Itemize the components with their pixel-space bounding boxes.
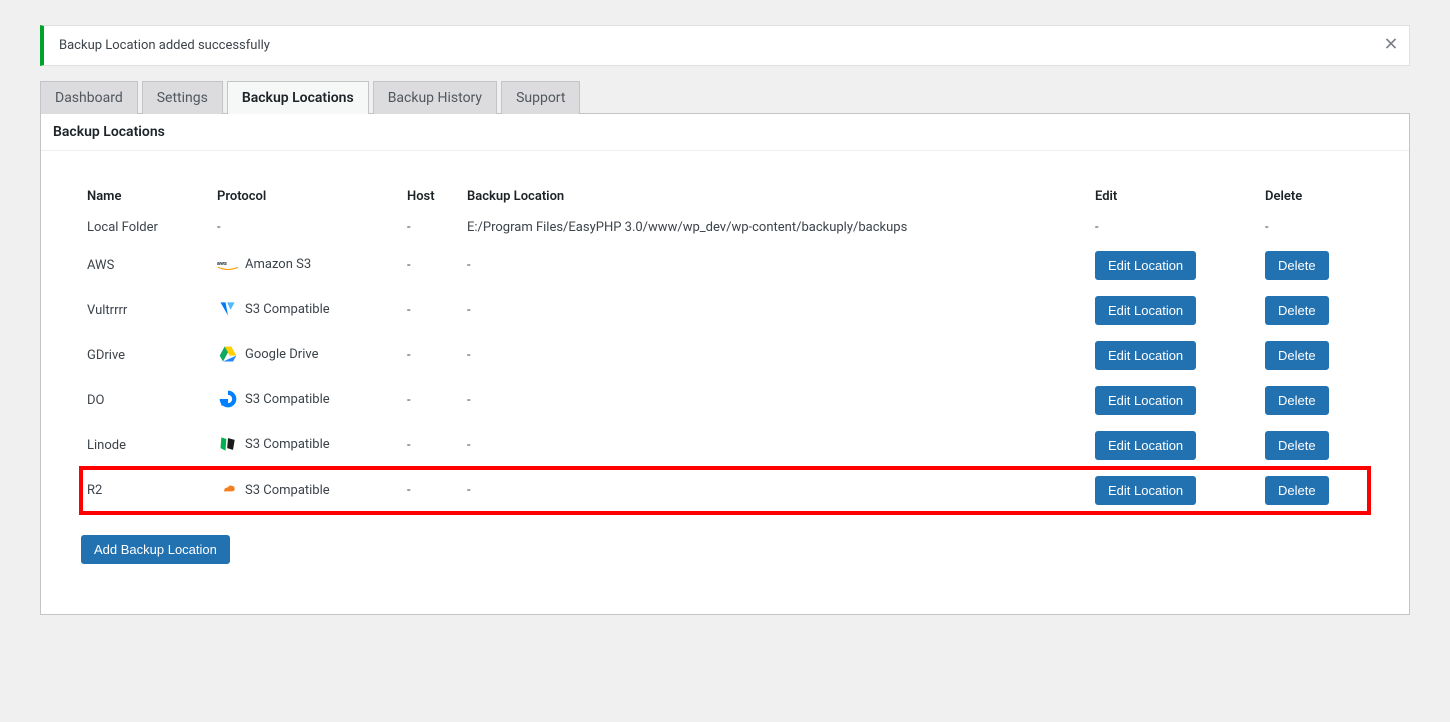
edit-location-button[interactable]: Edit Location bbox=[1095, 341, 1196, 370]
notice-text: Backup Location added successfully bbox=[59, 38, 270, 53]
cell-name: Local Folder bbox=[81, 212, 211, 243]
cell-name: Vultrrrr bbox=[81, 288, 211, 333]
cell-edit: Edit Location bbox=[1089, 333, 1259, 378]
panel-title: Backup Locations bbox=[41, 114, 1409, 151]
cell-edit: Edit Location bbox=[1089, 288, 1259, 333]
table-row: AWSawsAmazon S3--Edit LocationDelete bbox=[81, 243, 1369, 288]
th-protocol: Protocol bbox=[211, 181, 401, 212]
edit-location-button[interactable]: Edit Location bbox=[1095, 431, 1196, 460]
protocol-label: Google Drive bbox=[245, 347, 318, 362]
cell-protocol: Google Drive bbox=[211, 333, 401, 378]
cell-delete: Delete bbox=[1259, 333, 1369, 378]
tab-nav: DashboardSettingsBackup LocationsBackup … bbox=[40, 81, 1410, 114]
protocol-label: S3 Compatible bbox=[245, 483, 330, 498]
cell-protocol: S3 Compatible bbox=[211, 468, 401, 513]
table-row: DOS3 Compatible--Edit LocationDelete bbox=[81, 378, 1369, 423]
delete-button[interactable]: Delete bbox=[1265, 341, 1329, 370]
do-icon bbox=[217, 388, 239, 410]
tab-backup-locations[interactable]: Backup Locations bbox=[227, 81, 369, 114]
th-edit: Edit bbox=[1089, 181, 1259, 212]
table-row: LinodeS3 Compatible--Edit LocationDelete bbox=[81, 423, 1369, 468]
cell-host: - bbox=[401, 423, 461, 468]
table-row: GDriveGoogle Drive--Edit LocationDelete bbox=[81, 333, 1369, 378]
delete-button[interactable]: Delete bbox=[1265, 386, 1329, 415]
panel: Backup Locations Name Protocol Host Back… bbox=[40, 113, 1410, 615]
cell-host: - bbox=[401, 288, 461, 333]
vultr-icon bbox=[217, 298, 239, 320]
cell-name: AWS bbox=[81, 243, 211, 288]
cell-edit: Edit Location bbox=[1089, 243, 1259, 288]
cell-delete: Delete bbox=[1259, 423, 1369, 468]
cell-edit: Edit Location bbox=[1089, 423, 1259, 468]
cell-location: - bbox=[461, 243, 1089, 288]
close-icon bbox=[1383, 35, 1399, 51]
delete-button[interactable]: Delete bbox=[1265, 431, 1329, 460]
th-host: Host bbox=[401, 181, 461, 212]
cell-delete: Delete bbox=[1259, 288, 1369, 333]
locations-table: Name Protocol Host Backup Location Edit … bbox=[81, 181, 1369, 513]
aws-icon: aws bbox=[217, 254, 239, 276]
cell-protocol: - bbox=[211, 212, 401, 243]
cell-location: - bbox=[461, 288, 1089, 333]
cell-location: - bbox=[461, 423, 1089, 468]
cell-name: DO bbox=[81, 378, 211, 423]
cell-edit: Edit Location bbox=[1089, 468, 1259, 513]
delete-button[interactable]: Delete bbox=[1265, 251, 1329, 280]
th-name: Name bbox=[81, 181, 211, 212]
cell-host: - bbox=[401, 243, 461, 288]
svg-text:aws: aws bbox=[217, 261, 227, 267]
success-notice: Backup Location added successfully bbox=[40, 25, 1410, 66]
protocol-label: S3 Compatible bbox=[245, 302, 330, 317]
cell-name: Linode bbox=[81, 423, 211, 468]
cell-location: - bbox=[461, 333, 1089, 378]
edit-location-button[interactable]: Edit Location bbox=[1095, 296, 1196, 325]
tab-backup-history[interactable]: Backup History bbox=[373, 81, 497, 114]
cell-edit: Edit Location bbox=[1089, 378, 1259, 423]
cell-edit: - bbox=[1089, 212, 1259, 243]
table-row: R2S3 Compatible--Edit LocationDelete bbox=[81, 468, 1369, 513]
cell-name: R2 bbox=[81, 468, 211, 513]
delete-button[interactable]: Delete bbox=[1265, 476, 1329, 505]
cell-host: - bbox=[401, 378, 461, 423]
cell-delete: Delete bbox=[1259, 468, 1369, 513]
gdrive-icon bbox=[217, 343, 239, 365]
cell-protocol: S3 Compatible bbox=[211, 423, 401, 468]
cell-protocol: S3 Compatible bbox=[211, 288, 401, 333]
protocol-label: S3 Compatible bbox=[245, 437, 330, 452]
protocol-label: S3 Compatible bbox=[245, 392, 330, 407]
add-backup-location-button[interactable]: Add Backup Location bbox=[81, 535, 230, 564]
th-delete: Delete bbox=[1259, 181, 1369, 212]
tab-settings[interactable]: Settings bbox=[142, 81, 223, 114]
cell-delete: Delete bbox=[1259, 378, 1369, 423]
cell-host: - bbox=[401, 212, 461, 243]
th-location: Backup Location bbox=[461, 181, 1089, 212]
cell-name: GDrive bbox=[81, 333, 211, 378]
protocol-label: Amazon S3 bbox=[245, 257, 311, 272]
cell-location: E:/Program Files/EasyPHP 3.0/www/wp_dev/… bbox=[461, 212, 1089, 243]
delete-button[interactable]: Delete bbox=[1265, 296, 1329, 325]
edit-location-button[interactable]: Edit Location bbox=[1095, 251, 1196, 280]
cell-protocol: S3 Compatible bbox=[211, 378, 401, 423]
cell-protocol: aws Amazon S3 bbox=[211, 243, 401, 288]
tab-dashboard[interactable]: Dashboard bbox=[40, 81, 138, 114]
tab-support[interactable]: Support bbox=[501, 81, 580, 114]
table-row: VultrrrrS3 Compatible--Edit LocationDele… bbox=[81, 288, 1369, 333]
cell-location: - bbox=[461, 468, 1089, 513]
cell-location: - bbox=[461, 378, 1089, 423]
cell-host: - bbox=[401, 333, 461, 378]
r2-icon bbox=[217, 479, 239, 501]
cell-host: - bbox=[401, 468, 461, 513]
edit-location-button[interactable]: Edit Location bbox=[1095, 476, 1196, 505]
cell-delete: - bbox=[1259, 212, 1369, 243]
table-row: Local Folder--E:/Program Files/EasyPHP 3… bbox=[81, 212, 1369, 243]
edit-location-button[interactable]: Edit Location bbox=[1095, 386, 1196, 415]
cell-delete: Delete bbox=[1259, 243, 1369, 288]
dismiss-notice-button[interactable] bbox=[1383, 35, 1399, 56]
linode-icon bbox=[217, 433, 239, 455]
